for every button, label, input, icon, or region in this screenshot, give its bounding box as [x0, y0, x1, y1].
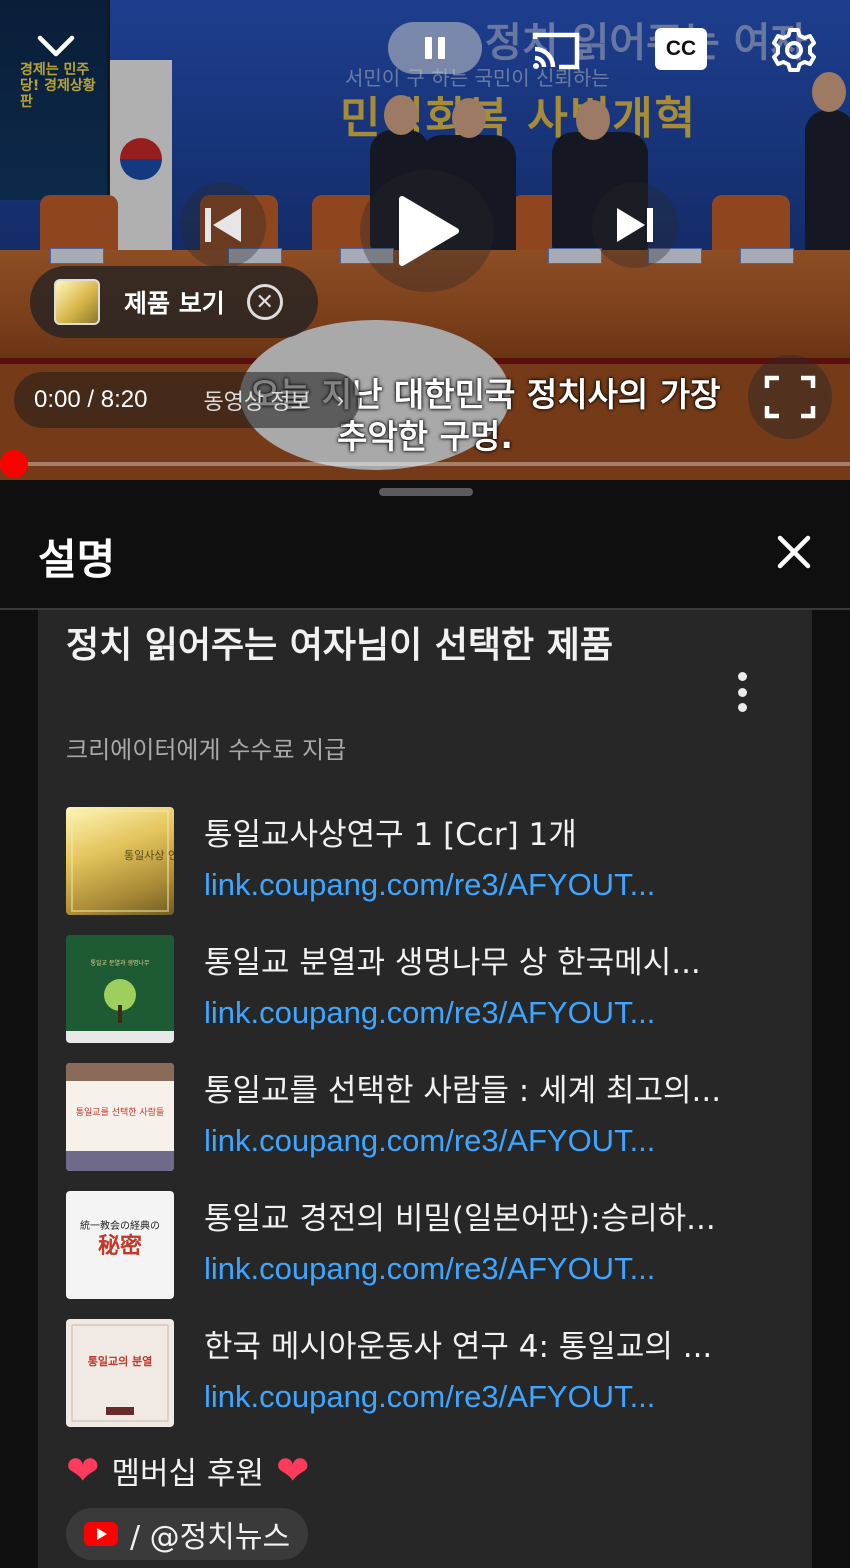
membership-line: ❤ 멤버십 후원 ❤ — [66, 1448, 310, 1493]
product-item[interactable]: 統一教会の経典の 秘密 통일교 경전의 비밀(일본어판):승리하... link… — [66, 1191, 786, 1299]
captions-button[interactable]: CC — [655, 28, 707, 70]
chevron-down-icon[interactable] — [28, 22, 84, 72]
product-item[interactable]: 통일교 분열과 생명나무 통일교 분열과 생명나무 상 한국메시... link… — [66, 935, 786, 1043]
product-name: 통일교 분열과 생명나무 상 한국메시... — [204, 945, 701, 981]
video-info-label: 동영상 정보 — [203, 389, 311, 414]
skip-previous-icon[interactable] — [180, 182, 266, 268]
time-and-info-chip[interactable]: 0:00 / 8:20 동영상 정보 › — [14, 372, 361, 428]
product-name: 통일교사상연구 1 [Ccr] 1개 — [204, 817, 577, 853]
product-link[interactable]: link.coupang.com/re3/AFYOUT... — [204, 1251, 764, 1287]
fullscreen-icon[interactable] — [748, 355, 832, 439]
product-link[interactable]: link.coupang.com/re3/AFYOUT... — [204, 1123, 764, 1159]
view-products-chip[interactable]: 제품 보기 ✕ — [30, 266, 318, 338]
product-thumbnail: 統一教会の経典の 秘密 — [66, 1191, 174, 1299]
play-icon[interactable] — [360, 170, 494, 292]
products-panel-title: 정치 읽어주는 여자님이 선택한 제품 — [66, 625, 613, 666]
product-thumbnail: 통일교 분열과 생명나무 — [66, 935, 174, 1043]
products-panel-subtitle: 크리에이터에게 수수료 지급 — [66, 736, 347, 764]
time-display: 0:00 / 8:20 — [34, 386, 148, 413]
membership-text: 멤버십 후원 — [111, 1456, 264, 1492]
gear-icon[interactable] — [766, 22, 822, 78]
progress-scrubber[interactable] — [0, 450, 28, 478]
product-item[interactable]: 통일사상 연구 통일교사상연구 1 [Ccr] 1개 link.coupang.… — [66, 807, 786, 915]
sheet-title: 설명 — [38, 535, 116, 584]
products-panel: 정치 읽어주는 여자님이 선택한 제품 크리에이터에게 수수료 지급 통일사상 … — [38, 610, 812, 1568]
product-item[interactable]: 통일교를 선택한 사람들 통일교를 선택한 사람들 : 세계 최고의... li… — [66, 1063, 786, 1171]
channel-link-chip[interactable]: / @정치뉴스 — [66, 1508, 309, 1560]
product-name: 한국 메시아운동사 연구 4: 통일교의 ... — [204, 1329, 713, 1365]
video-player[interactable]: 정치 읽어주는 여자 서민이 구 하는 국민이 신뢰하는 민생회복 사법개혁 경… — [0, 0, 850, 480]
channel-handle: / @정치뉴스 — [130, 1520, 291, 1555]
product-name: 통일교 경전의 비밀(일본어판):승리하... — [204, 1201, 716, 1237]
heart-icon: ❤ — [66, 1447, 100, 1494]
thumb-text-5: 통일교의 분열 — [88, 1354, 153, 1368]
thumb-text-1: 통일사상 연구 — [124, 848, 174, 862]
skip-next-icon[interactable] — [592, 182, 678, 268]
product-link[interactable]: link.coupang.com/re3/AFYOUT... — [204, 995, 764, 1031]
product-thumbnail: 통일사상 연구 — [66, 807, 174, 915]
view-products-label: 제품 보기 — [124, 289, 225, 318]
drag-handle[interactable] — [379, 488, 473, 496]
product-item[interactable]: 통일교의 분열 한국 메시아운동사 연구 4: 통일교의 ... link.co… — [66, 1319, 786, 1427]
more-options-icon[interactable] — [728, 668, 756, 716]
thumb-text-4-title: 統一教会の経典の — [80, 1219, 160, 1232]
thumb-text-4-big: 秘密 — [98, 1233, 142, 1259]
youtube-icon — [84, 1522, 118, 1546]
product-name: 통일교를 선택한 사람들 : 세계 최고의... — [204, 1073, 722, 1109]
product-link[interactable]: link.coupang.com/re3/AFYOUT... — [204, 1379, 764, 1415]
progress-bar[interactable] — [0, 462, 850, 466]
close-circle-icon[interactable]: ✕ — [246, 284, 283, 320]
cast-icon[interactable] — [526, 26, 586, 76]
product-thumbnail: 통일교를 선택한 사람들 — [66, 1063, 174, 1171]
pause-icon — [425, 37, 432, 59]
product-link[interactable]: link.coupang.com/re3/AFYOUT... — [204, 867, 764, 903]
pause-toggle-button[interactable] — [388, 22, 482, 74]
thumb-text-3: 통일교를 선택한 사람들 — [76, 1106, 165, 1118]
thumb-text-2: 통일교 분열과 생명나무 — [90, 959, 149, 967]
chevron-right-icon: › — [336, 387, 345, 412]
product-thumbnail: 통일교의 분열 — [66, 1319, 174, 1427]
description-sheet: 설명 정치 읽어주는 여자님이 선택한 제품 크리에이터에게 수수료 지급 통일… — [0, 480, 850, 1568]
close-icon[interactable] — [770, 528, 818, 576]
heart-icon: ❤ — [275, 1447, 310, 1494]
product-thumbnail — [54, 279, 100, 325]
